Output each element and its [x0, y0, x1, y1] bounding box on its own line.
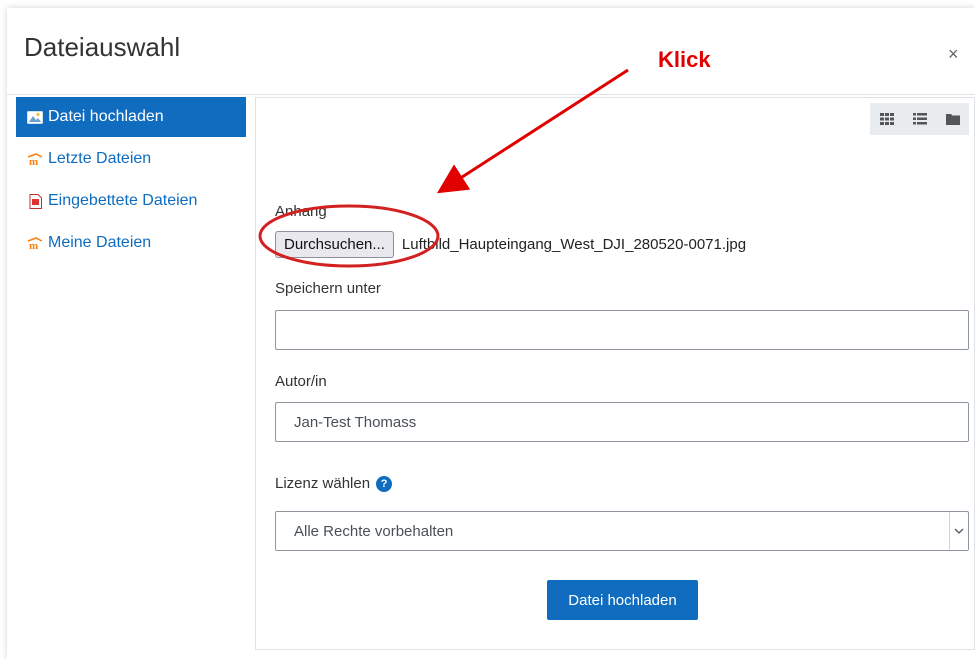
license-label-row: Lizenz wählen? [275, 475, 393, 493]
license-selected-value: Alle Rechte vorbehalten [294, 522, 454, 540]
chevron-down-icon [949, 512, 968, 550]
repository-sidebar: Datei hochladen m Letzte Dateien Eingebe… [16, 97, 246, 265]
moodle-icon: m [27, 235, 43, 251]
file-picker-dialog: Dateiauswahl × Datei hochladen m Letzte … [7, 8, 975, 659]
selected-file-name: Luftbild_Haupteingang_West_DJI_280520-00… [401, 236, 747, 253]
sidebar-item-label: Letzte Dateien [48, 150, 152, 167]
sidebar-item-label: Eingebettete Dateien [48, 192, 198, 209]
svg-text:m: m [29, 240, 38, 249]
sidebar-item-upload[interactable]: Datei hochladen [16, 97, 246, 137]
document-icon [27, 193, 43, 209]
save-as-input[interactable] [275, 310, 969, 350]
header-divider [7, 94, 975, 95]
sidebar-item-my-files[interactable]: m Meine Dateien [16, 223, 246, 263]
license-label: Lizenz wählen [275, 475, 371, 492]
sidebar-item-label: Meine Dateien [48, 234, 152, 251]
file-input: Durchsuchen... Luftbild_Haupteingang_Wes… [275, 231, 746, 258]
sidebar-item-embedded[interactable]: Eingebettete Dateien [16, 181, 246, 221]
annotation-label: Klick [658, 47, 711, 72]
sidebar-item-label: Datei hochladen [48, 108, 164, 125]
upload-submit-button[interactable]: Datei hochladen [547, 580, 698, 620]
help-icon[interactable]: ? [376, 476, 393, 493]
grid-icon[interactable] [870, 103, 903, 135]
svg-text:m: m [29, 156, 38, 165]
close-icon[interactable]: × [948, 44, 959, 65]
upload-panel: Anhang Durchsuchen... Luftbild_Haupteing… [255, 97, 975, 650]
author-input[interactable]: Jan-Test Thomass [275, 402, 969, 442]
attachment-label: Anhang [275, 203, 327, 220]
license-select[interactable]: Alle Rechte vorbehalten [275, 511, 969, 551]
author-label: Autor/in [275, 373, 327, 390]
view-switcher [870, 103, 969, 135]
sidebar-item-recent[interactable]: m Letzte Dateien [16, 139, 246, 179]
save-as-label: Speichern unter [275, 280, 381, 297]
list-icon[interactable] [903, 103, 936, 135]
upload-image-icon [27, 109, 43, 125]
browse-button[interactable]: Durchsuchen... [275, 231, 394, 258]
dialog-title: Dateiauswahl [24, 32, 181, 62]
folder-icon[interactable] [936, 103, 969, 135]
moodle-icon: m [27, 151, 43, 167]
